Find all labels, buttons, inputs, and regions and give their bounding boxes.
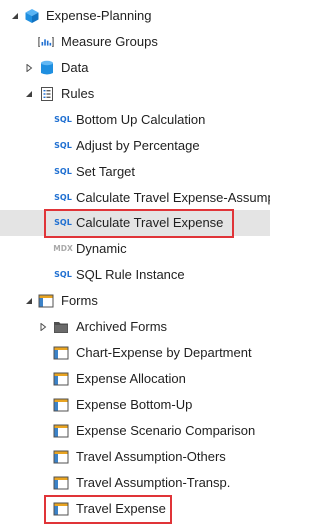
rule-item-label: SQL Rule Instance	[76, 267, 185, 282]
sql-rule-icon: SQL	[54, 270, 72, 279]
form-item-expense-allocation[interactable]: Expense Allocation	[0, 366, 270, 392]
form-item-travel-assumption-others[interactable]: Travel Assumption-Others	[0, 444, 270, 470]
rule-item-label: Calculate Travel Expense-Assumptions	[76, 190, 270, 205]
expand-triangle-icon[interactable]	[38, 322, 48, 332]
rules-document-icon	[39, 86, 55, 102]
form-item-expense-scenario-comparison[interactable]: Expense Scenario Comparison	[0, 418, 270, 444]
tree-node-label: Data	[61, 60, 89, 75]
sql-rule-icon: SQL	[54, 141, 72, 150]
rule-item-sql-rule-instance[interactable]: SQL SQL Rule Instance	[0, 262, 270, 288]
sql-rule-icon: SQL	[54, 115, 72, 124]
form-icon	[53, 345, 69, 361]
expand-triangle-icon[interactable]	[24, 63, 34, 73]
tree-node-archived-forms[interactable]: Archived Forms	[0, 314, 270, 340]
form-icon	[53, 423, 69, 439]
form-item-label: Travel Assumption-Transp.	[76, 475, 231, 490]
tree-node-rules[interactable]: Rules	[0, 81, 270, 107]
collapse-triangle-icon[interactable]	[10, 11, 20, 21]
tree-node-label: Forms	[61, 293, 98, 308]
rule-item-label: Adjust by Percentage	[76, 138, 200, 153]
collapse-triangle-icon[interactable]	[24, 296, 34, 306]
measure-groups-icon	[38, 34, 54, 50]
form-icon	[53, 501, 69, 517]
form-icon	[38, 293, 54, 309]
sql-rule-icon: SQL	[54, 218, 72, 227]
tree-node-label: Archived Forms	[76, 319, 168, 334]
rule-item-dynamic[interactable]: MDX Dynamic	[0, 236, 270, 262]
form-item-label: Travel Assumption-Others	[76, 449, 226, 464]
tree-node-forms[interactable]: Forms	[0, 288, 270, 314]
rule-item-calculate-travel-expense[interactable]: SQL Calculate Travel Expense	[0, 210, 270, 236]
model-explorer-tree: Expense-Planning Measure Groups Data Rul…	[0, 0, 270, 526]
rule-item-calculate-travel-expense-assumptions[interactable]: SQL Calculate Travel Expense-Assumptions	[0, 185, 270, 211]
form-item-label: Expense Allocation	[76, 371, 186, 386]
rule-item-label: Dynamic	[76, 241, 127, 256]
database-icon	[39, 60, 55, 76]
tree-node-label: Measure Groups	[61, 34, 158, 49]
rule-item-bottom-up-calculation[interactable]: SQL Bottom Up Calculation	[0, 107, 270, 133]
form-item-chart-expense-by-department[interactable]: Chart-Expense by Department	[0, 340, 270, 366]
tree-node-label: Expense-Planning	[46, 8, 152, 23]
rule-item-label: Set Target	[76, 164, 136, 179]
cube-icon	[24, 8, 40, 24]
form-item-travel-assumption-transp[interactable]: Travel Assumption-Transp.	[0, 470, 270, 496]
form-icon	[53, 449, 69, 465]
rule-item-adjust-by-percentage[interactable]: SQL Adjust by Percentage	[0, 133, 270, 159]
tree-node-measure-groups[interactable]: Measure Groups	[0, 29, 270, 55]
form-icon	[53, 371, 69, 387]
form-icon	[53, 475, 69, 491]
rule-item-label: Bottom Up Calculation	[76, 112, 206, 127]
form-icon	[53, 397, 69, 413]
form-item-label: Expense Scenario Comparison	[76, 423, 256, 438]
rule-item-set-target[interactable]: SQL Set Target	[0, 159, 270, 185]
form-item-travel-expense[interactable]: Travel Expense	[0, 496, 270, 522]
sql-rule-icon: SQL	[54, 193, 72, 202]
tree-node-data[interactable]: Data	[0, 55, 270, 81]
sql-rule-icon: SQL	[54, 167, 72, 176]
form-item-expense-bottom-up[interactable]: Expense Bottom-Up	[0, 392, 270, 418]
tree-node-label: Rules	[61, 86, 95, 101]
form-item-label: Travel Expense	[76, 501, 166, 516]
mdx-rule-icon: MDX	[53, 244, 73, 253]
form-item-label: Chart-Expense by Department	[76, 345, 252, 360]
rule-item-label: Calculate Travel Expense	[76, 215, 224, 230]
tree-node-expense-planning[interactable]: Expense-Planning	[0, 3, 270, 29]
folder-icon	[53, 319, 69, 335]
form-item-label: Expense Bottom-Up	[76, 397, 193, 412]
collapse-triangle-icon[interactable]	[24, 89, 34, 99]
